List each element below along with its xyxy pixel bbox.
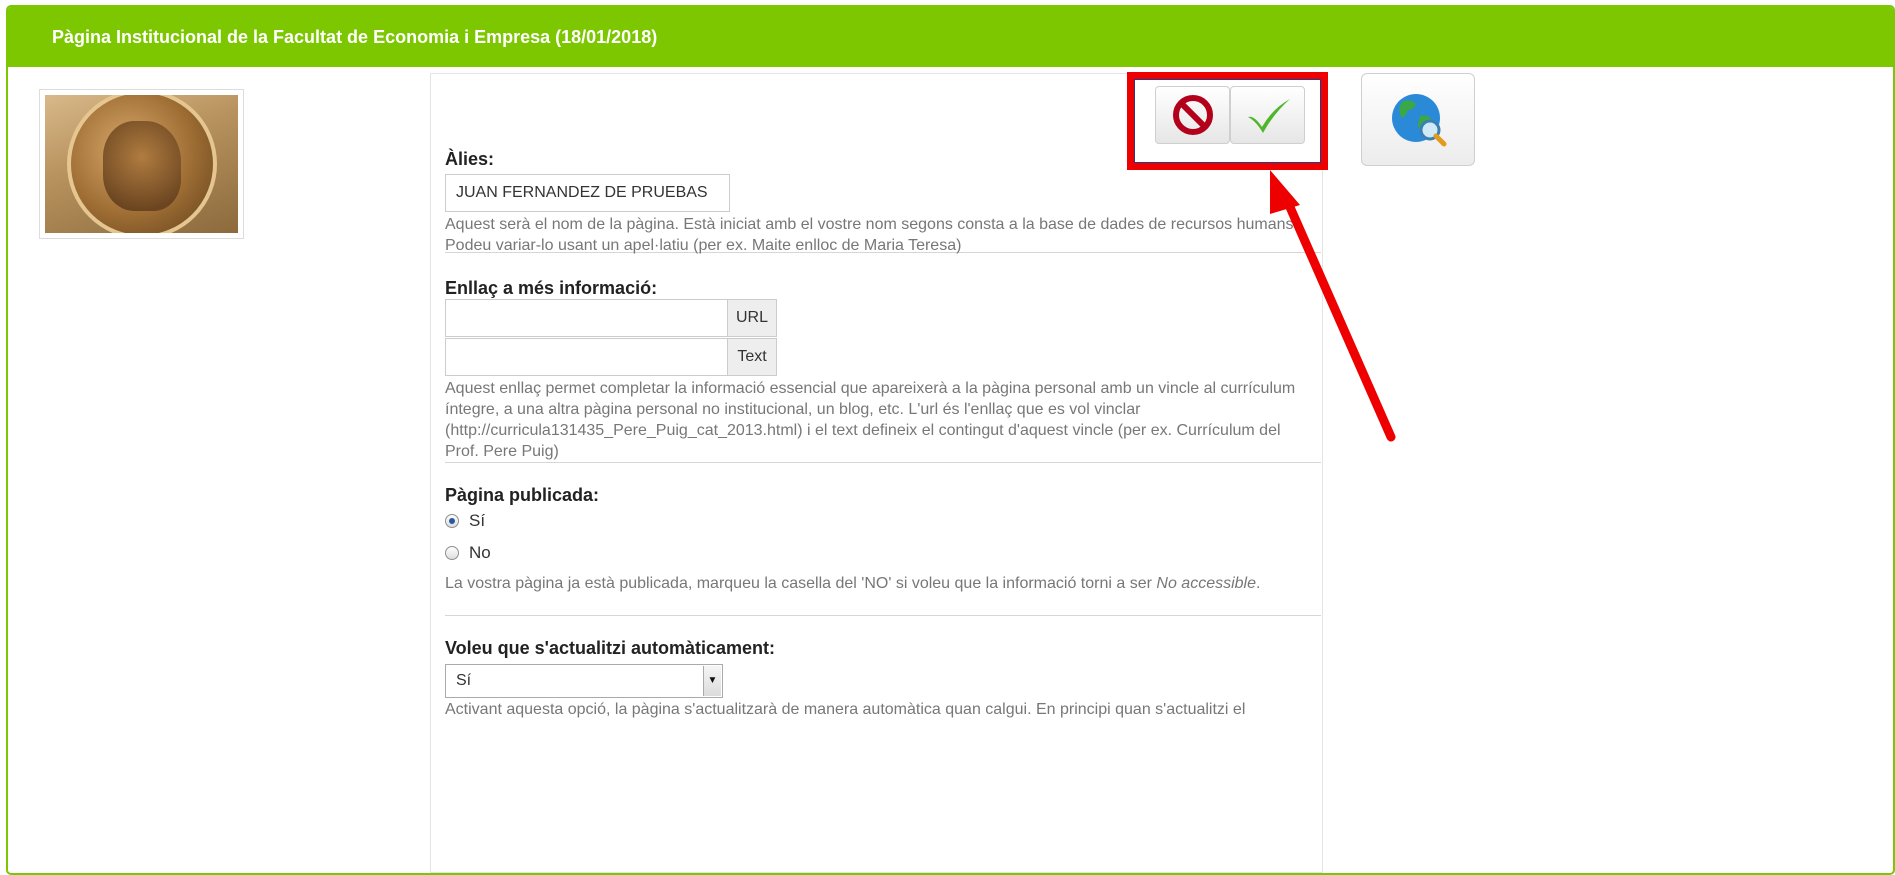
autoupdate-label: Voleu que s'actualitzi automàticament: [445, 638, 776, 658]
published-option-no[interactable]: No [445, 543, 491, 563]
radio-no[interactable] [445, 546, 459, 560]
preview-button[interactable] [1361, 73, 1475, 166]
option-no-label: No [469, 543, 491, 562]
link-label: Enllaç a més informació: [445, 278, 658, 298]
published-help-suffix: . [1256, 575, 1261, 592]
published-help-text: La vostra pàgina ja està publicada, marq… [445, 575, 1157, 592]
page-title: Pàgina Institucional de la Facultat de E… [8, 7, 1893, 67]
text-addon: Text [727, 338, 777, 376]
chevron-down-icon[interactable]: ▼ [703, 666, 721, 696]
medal-image [45, 95, 238, 233]
profile-photo [39, 89, 244, 239]
radio-yes[interactable] [445, 514, 459, 528]
cancel-button[interactable] [1155, 86, 1230, 144]
url-addon: URL [727, 299, 777, 337]
published-label: Pàgina publicada: [445, 485, 600, 505]
published-help: La vostra pàgina ja està publicada, marq… [445, 573, 1305, 594]
option-yes-label: Sí [469, 511, 486, 530]
prohibited-icon [1172, 95, 1213, 135]
published-section: Pàgina publicada: Sí No La vostra pàgina… [445, 485, 1321, 616]
alias-help: Aquest serà el nom de la pàgina. Està in… [445, 216, 1298, 254]
autoupdate-selected: Sí [456, 672, 472, 689]
autoupdate-select[interactable]: Sí ▼ [445, 664, 723, 698]
published-help-emph: No accessible [1156, 575, 1256, 592]
autoupdate-section: Voleu que s'actualitzi automàticament: S… [445, 638, 1321, 728]
link-section: Enllaç a més informació: URL Text Aquest… [445, 278, 1321, 463]
link-text-input[interactable] [445, 338, 728, 376]
checkmark-icon [1247, 99, 1290, 133]
form-area: Àlies: Aquest serà el nom de la pàgina. … [430, 73, 1323, 873]
autoupdate-help: Activant aquesta opció, la pàgina s'actu… [445, 701, 1246, 718]
published-option-yes[interactable]: Sí [445, 511, 485, 531]
link-url-input[interactable] [445, 299, 728, 337]
save-button[interactable] [1230, 86, 1305, 144]
alias-input[interactable] [445, 174, 730, 212]
link-help: Aquest enllaç permet completar la inform… [445, 380, 1296, 460]
globe-search-icon [1392, 93, 1447, 146]
